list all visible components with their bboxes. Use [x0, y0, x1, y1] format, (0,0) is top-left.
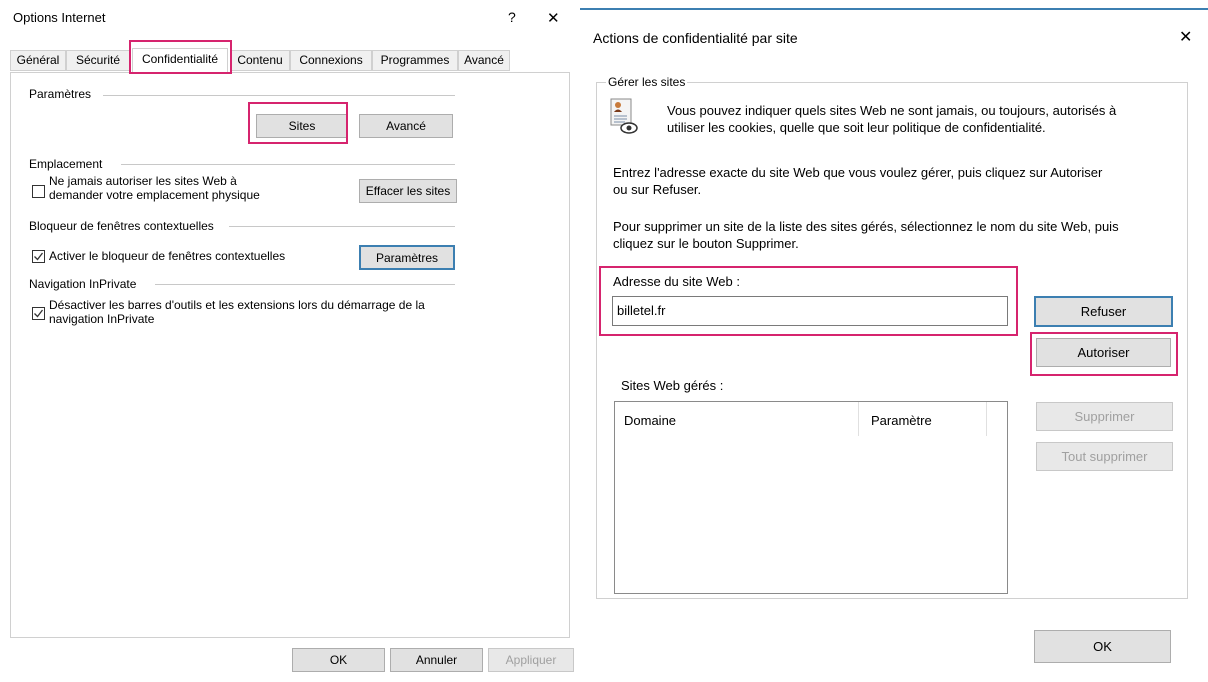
popup-blocker-label: Activer le bloqueur de fenêtres contextu…	[49, 249, 286, 263]
close-icon[interactable]: ✕	[1179, 27, 1192, 47]
dialog-title: Options Internet	[13, 10, 106, 25]
group-title: Gérer les sites	[606, 75, 688, 89]
bloqueur-divider	[229, 226, 455, 227]
inprivate-label-2: navigation InPrivate	[49, 312, 155, 326]
inprivate-label-1: Désactiver les barres d'outils et les ex…	[49, 298, 425, 312]
sites-button-highlight	[248, 102, 348, 144]
parametres-divider	[103, 95, 455, 96]
help-button[interactable]: ?	[508, 9, 516, 25]
clear-sites-button[interactable]: Effacer les sites	[359, 179, 457, 203]
column-domain[interactable]: Domaine	[624, 413, 676, 428]
close-icon[interactable]: ✕	[547, 9, 560, 27]
intro-line-2: utiliser les cookies, quelle que soit le…	[667, 120, 1046, 135]
location-checkbox-label-2: demander votre emplacement physique	[49, 188, 260, 202]
ok-button[interactable]: OK	[292, 648, 385, 672]
tab-avance[interactable]: Avancé	[458, 50, 510, 71]
tab-general[interactable]: Général	[10, 50, 66, 71]
location-checkbox-label-1: Ne jamais autoriser les sites Web à	[49, 174, 237, 188]
apply-button[interactable]: Appliquer	[488, 648, 574, 672]
dialog-title: Actions de confidentialité par site	[593, 30, 798, 46]
allow-highlight	[1030, 332, 1178, 376]
column-parametre[interactable]: Paramètre	[871, 413, 932, 428]
intro-line-1: Vous pouvez indiquer quels sites Web ne …	[667, 103, 1117, 118]
instruction2-line-1: Pour supprimer un site de la liste des s…	[613, 219, 1119, 234]
managed-sites-list[interactable]: Domaine Paramètre	[614, 401, 1008, 594]
instruction1-line-2: ou sur Refuser.	[613, 182, 702, 197]
remove-all-button[interactable]: Tout supprimer	[1036, 442, 1173, 471]
bloqueur-heading: Bloqueur de fenêtres contextuelles	[29, 219, 214, 233]
address-highlight	[599, 266, 1018, 336]
refuse-button[interactable]: Refuser	[1034, 296, 1173, 327]
cancel-button[interactable]: Annuler	[390, 648, 483, 672]
column-divider	[858, 402, 859, 436]
internet-options-dialog: Options Internet ? ✕ Général Sécurité Co…	[0, 0, 580, 682]
tab-contenu[interactable]: Contenu	[230, 50, 290, 71]
tab-page: Paramètres Sites Avancé Emplacement Ne j…	[10, 72, 570, 638]
popup-settings-button[interactable]: Paramètres	[359, 245, 455, 270]
inprivate-heading: Navigation InPrivate	[29, 277, 137, 291]
location-checkbox[interactable]	[32, 185, 45, 198]
tab-securite[interactable]: Sécurité	[66, 50, 130, 71]
inprivate-checkbox[interactable]	[32, 307, 45, 320]
inprivate-divider	[155, 284, 455, 285]
tab-connexions[interactable]: Connexions	[290, 50, 372, 71]
title-accent-line	[580, 8, 1208, 10]
per-site-privacy-dialog: Actions de confidentialité par site ✕ Gé…	[580, 0, 1208, 682]
avance-button[interactable]: Avancé	[359, 114, 453, 138]
column-divider-2	[986, 402, 987, 436]
remove-button[interactable]: Supprimer	[1036, 402, 1173, 431]
tab-bar: Général Sécurité Confidentialité Contenu…	[10, 48, 510, 73]
popup-blocker-checkbox[interactable]	[32, 250, 45, 263]
instruction1-line-1: Entrez l'adresse exacte du site Web que …	[613, 165, 1103, 180]
active-tab-highlight	[129, 40, 232, 74]
emplacement-divider	[121, 164, 455, 165]
emplacement-heading: Emplacement	[29, 157, 103, 171]
parametres-heading: Paramètres	[29, 87, 92, 101]
tab-programmes[interactable]: Programmes	[372, 50, 458, 71]
privacy-icon	[609, 97, 639, 135]
ok-button[interactable]: OK	[1034, 630, 1171, 663]
instruction2-line-2: cliquez sur le bouton Supprimer.	[613, 236, 799, 251]
managed-label: Sites Web gérés :	[621, 378, 724, 393]
